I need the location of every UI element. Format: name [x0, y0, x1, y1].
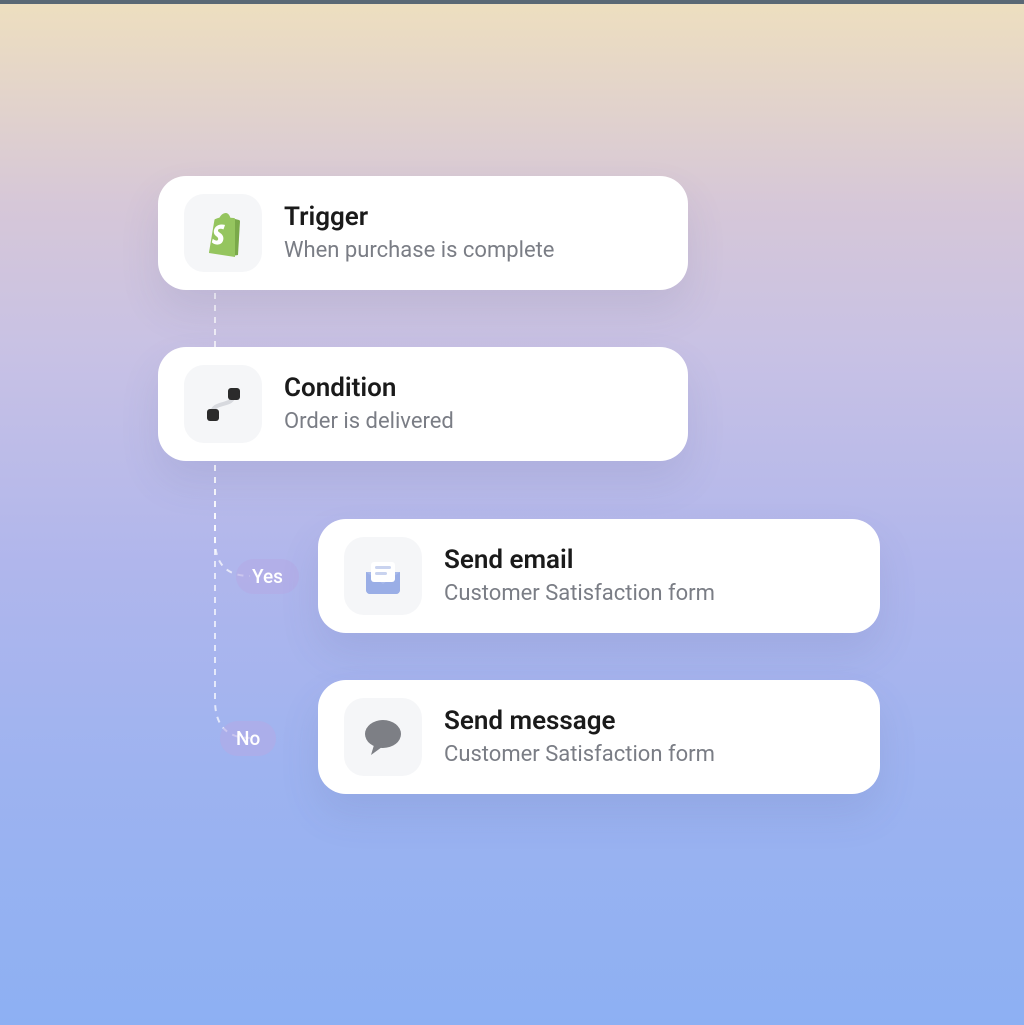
send-email-card[interactable]: Send email Customer Satisfaction form — [318, 519, 880, 633]
chat-icon — [344, 698, 422, 776]
branch-yes-pill: Yes — [236, 559, 299, 594]
send-message-card[interactable]: Send message Customer Satisfaction form — [318, 680, 880, 794]
workflow-canvas: Trigger When purchase is complete Condit… — [0, 0, 1024, 1025]
condition-title: Condition — [284, 372, 454, 406]
trigger-card[interactable]: Trigger When purchase is complete — [158, 176, 688, 290]
connector-lines — [0, 0, 1024, 1025]
email-icon — [344, 537, 422, 615]
send-email-title: Send email — [444, 544, 715, 578]
trigger-title: Trigger — [284, 201, 554, 235]
branch-no-pill: No — [220, 721, 276, 756]
condition-subtitle: Order is delivered — [284, 408, 454, 437]
trigger-subtitle: When purchase is complete — [284, 237, 554, 266]
send-message-title: Send message — [444, 705, 715, 739]
send-email-subtitle: Customer Satisfaction form — [444, 580, 715, 609]
shopify-icon — [184, 194, 262, 272]
send-message-subtitle: Customer Satisfaction form — [444, 741, 715, 770]
condition-card[interactable]: Condition Order is delivered — [158, 347, 688, 461]
branch-icon — [184, 365, 262, 443]
